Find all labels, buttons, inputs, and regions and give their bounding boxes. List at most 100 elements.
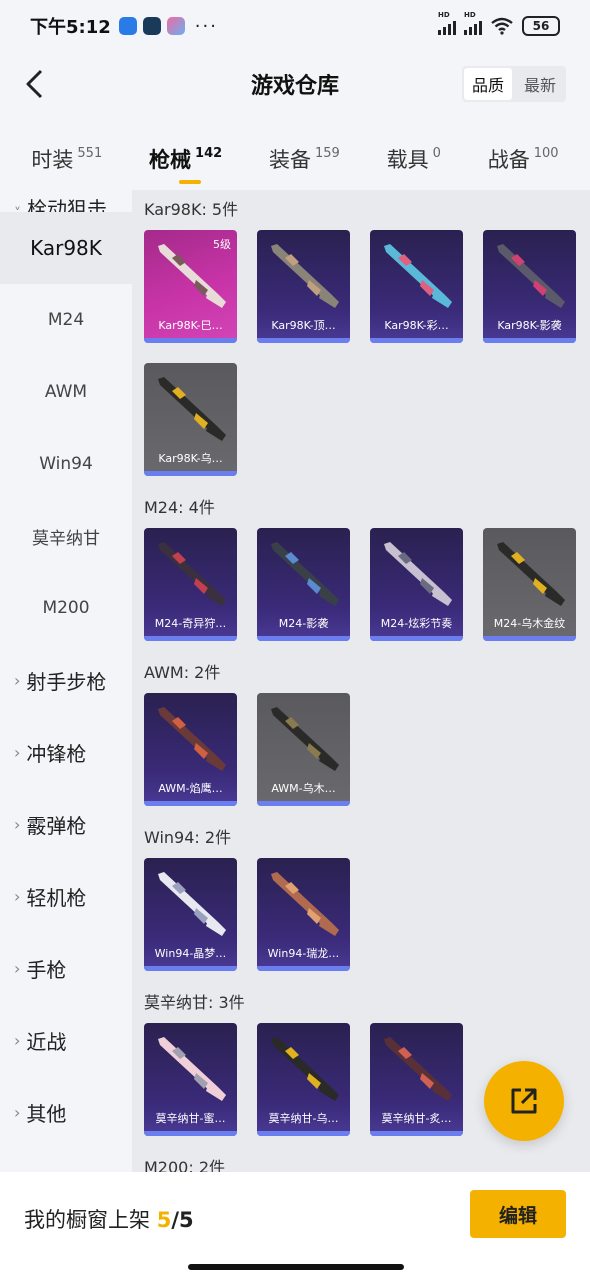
sidebar-item-win94[interactable]: Win94 — [0, 428, 132, 500]
game-center-icon — [166, 17, 185, 35]
sidebar-item-m24[interactable]: M24 — [0, 284, 132, 356]
tab-firearms[interactable]: 枪械 142 — [149, 136, 222, 188]
showcase-total-count: 5 — [178, 1208, 194, 1232]
sidebar-group-other[interactable]: › 其他 — [0, 1076, 132, 1148]
showcase-current-count: 5 — [156, 1208, 172, 1232]
rifle-icon — [271, 707, 339, 771]
skin-name: M24-炫彩节奏 — [380, 617, 453, 630]
tab-equipment[interactable]: 装备 159 — [269, 136, 340, 188]
skin-card[interactable]: M24-奇异狩… — [144, 528, 237, 641]
section-title: Kar98K: 5件 — [144, 200, 239, 219]
status-bar: 下午5:12 ··· HD HD 56 — [0, 0, 590, 52]
section-title: Win94: 2件 — [144, 828, 232, 847]
sidebar-item-m200[interactable]: M200 — [0, 572, 132, 644]
rarity-bar — [257, 966, 350, 971]
rarity-bar — [483, 338, 576, 343]
skin-card[interactable]: 莫辛纳甘-蜜… — [144, 1023, 237, 1136]
skin-name: Kar98K-乌… — [158, 452, 223, 465]
skin-card[interactable]: M24-影袭 — [257, 528, 350, 641]
skin-name: Kar98K-影袭 — [497, 319, 562, 332]
showcase-separator: / — [171, 1208, 179, 1232]
skin-card[interactable]: 5级 Kar98K-巳… — [144, 230, 237, 343]
weapon-skin-list: Kar98K: 5件 5级 Kar98K-巳… Kar98K-顶… Kar98K-彩… K… — [132, 190, 590, 1172]
rifle-icon — [271, 244, 339, 308]
sort-toggle: 品质 最新 — [462, 66, 566, 102]
sidebar-group-label: 冲锋枪 — [26, 741, 87, 766]
tab-label: 战备 — [487, 148, 530, 172]
tab-vehicles[interactable]: 载具 0 — [387, 136, 441, 188]
sort-by-latest-button[interactable]: 最新 — [514, 66, 566, 102]
rifle-icon — [158, 707, 226, 771]
sidebar-group-lmg[interactable]: › 轻机枪 — [0, 860, 132, 932]
skin-name: Win94-瑞龙… — [267, 947, 340, 960]
wifi-icon — [491, 17, 513, 35]
showcase-bar: 我的橱窗上架 5/5 编辑 — [0, 1172, 590, 1280]
rarity-bar — [257, 1131, 350, 1136]
rifle-icon — [271, 542, 339, 606]
sidebar-item-kar98k[interactable]: Kar98K — [0, 212, 132, 284]
skin-card[interactable]: Kar98K-顶… — [257, 230, 350, 343]
skin-name: 莫辛纳甘-乌… — [268, 1112, 339, 1125]
skin-name: 莫辛纳甘-炙… — [381, 1112, 452, 1125]
rarity-bar — [370, 338, 463, 343]
rarity-bar — [144, 801, 237, 806]
chevron-right-icon: › — [14, 1030, 21, 1050]
skin-name: Win94-晶梦… — [154, 947, 227, 960]
rifle-icon — [497, 244, 565, 308]
skin-name: 莫辛纳甘-蜜… — [155, 1112, 226, 1125]
sidebar-group-smg[interactable]: › 冲锋枪 — [0, 716, 132, 788]
skin-card[interactable]: 莫辛纳甘-炙… — [370, 1023, 463, 1136]
rifle-icon — [158, 542, 226, 606]
page-header: 游戏仓库 品质 最新 — [0, 52, 590, 116]
skin-card[interactable]: M24-炫彩节奏 — [370, 528, 463, 641]
rifle-icon — [271, 872, 339, 936]
battery-indicator: 56 — [522, 16, 560, 36]
tab-label: 枪械 — [149, 148, 192, 172]
app-notification-icon — [118, 17, 137, 35]
skin-card[interactable]: Win94-瑞龙… — [257, 858, 350, 971]
back-button[interactable] — [16, 66, 52, 102]
skin-grid: AWM-焰鹰… AWM-乌木… — [144, 693, 590, 806]
tab-supplies[interactable]: 战备 100 — [488, 136, 559, 188]
showcase-status: 我的橱窗上架 5/5 — [24, 1204, 194, 1234]
chevron-right-icon: › — [14, 1102, 21, 1122]
share-button[interactable] — [484, 1061, 564, 1141]
share-external-icon — [511, 1088, 537, 1114]
chevron-right-icon: › — [14, 670, 21, 690]
sidebar-group-label: 其他 — [26, 1101, 67, 1126]
sidebar-group-pistol[interactable]: › 手枪 — [0, 932, 132, 1004]
tab-fashion[interactable]: 时装 551 — [31, 136, 102, 188]
edit-showcase-button[interactable]: 编辑 — [470, 1190, 566, 1238]
skin-name: Kar98K-彩… — [384, 319, 449, 332]
rarity-bar — [370, 636, 463, 641]
tab-count: 0 — [432, 146, 441, 161]
sidebar-item-mosin[interactable]: 莫辛纳甘 — [0, 500, 132, 572]
chevron-right-icon: › — [14, 742, 21, 762]
sidebar-group-label: 近战 — [26, 1029, 67, 1054]
sort-by-quality-button[interactable]: 品质 — [464, 68, 512, 100]
skin-grid: Win94-晶梦… Win94-瑞龙… — [144, 858, 590, 971]
skin-card[interactable]: 莫辛纳甘-乌… — [257, 1023, 350, 1136]
rifle-icon — [384, 1037, 452, 1101]
rifle-icon — [158, 872, 226, 936]
sidebar-group-shotgun[interactable]: › 霰弹枪 — [0, 788, 132, 860]
sidebar-group-dmr[interactable]: › 射手步枪 — [0, 644, 132, 716]
skin-card[interactable]: Kar98K-彩… — [370, 230, 463, 343]
sidebar-group-bolt-action[interactable]: ˅ 栓动狙击 — [0, 190, 132, 212]
sidebar-item-awm[interactable]: AWM — [0, 356, 132, 428]
tab-count: 551 — [77, 146, 103, 161]
skin-card[interactable]: Win94-晶梦… — [144, 858, 237, 971]
rifle-icon — [158, 377, 226, 441]
skin-name: AWM-焰鹰… — [158, 782, 223, 795]
skin-card[interactable]: Kar98K-影袭 — [483, 230, 576, 343]
rarity-bar — [144, 966, 237, 971]
sidebar-group-melee[interactable]: › 近战 — [0, 1004, 132, 1076]
skin-card[interactable]: Kar98K-乌… — [144, 363, 237, 476]
tab-count: 142 — [195, 146, 223, 161]
sidebar-group-label: 轻机枪 — [26, 885, 87, 910]
skin-card[interactable]: AWM-焰鹰… — [144, 693, 237, 806]
skin-card[interactable]: AWM-乌木… — [257, 693, 350, 806]
skin-card[interactable]: M24-乌木金纹 — [483, 528, 576, 641]
status-app-icons — [118, 17, 185, 35]
sidebar-group-label: 射手步枪 — [26, 669, 107, 694]
